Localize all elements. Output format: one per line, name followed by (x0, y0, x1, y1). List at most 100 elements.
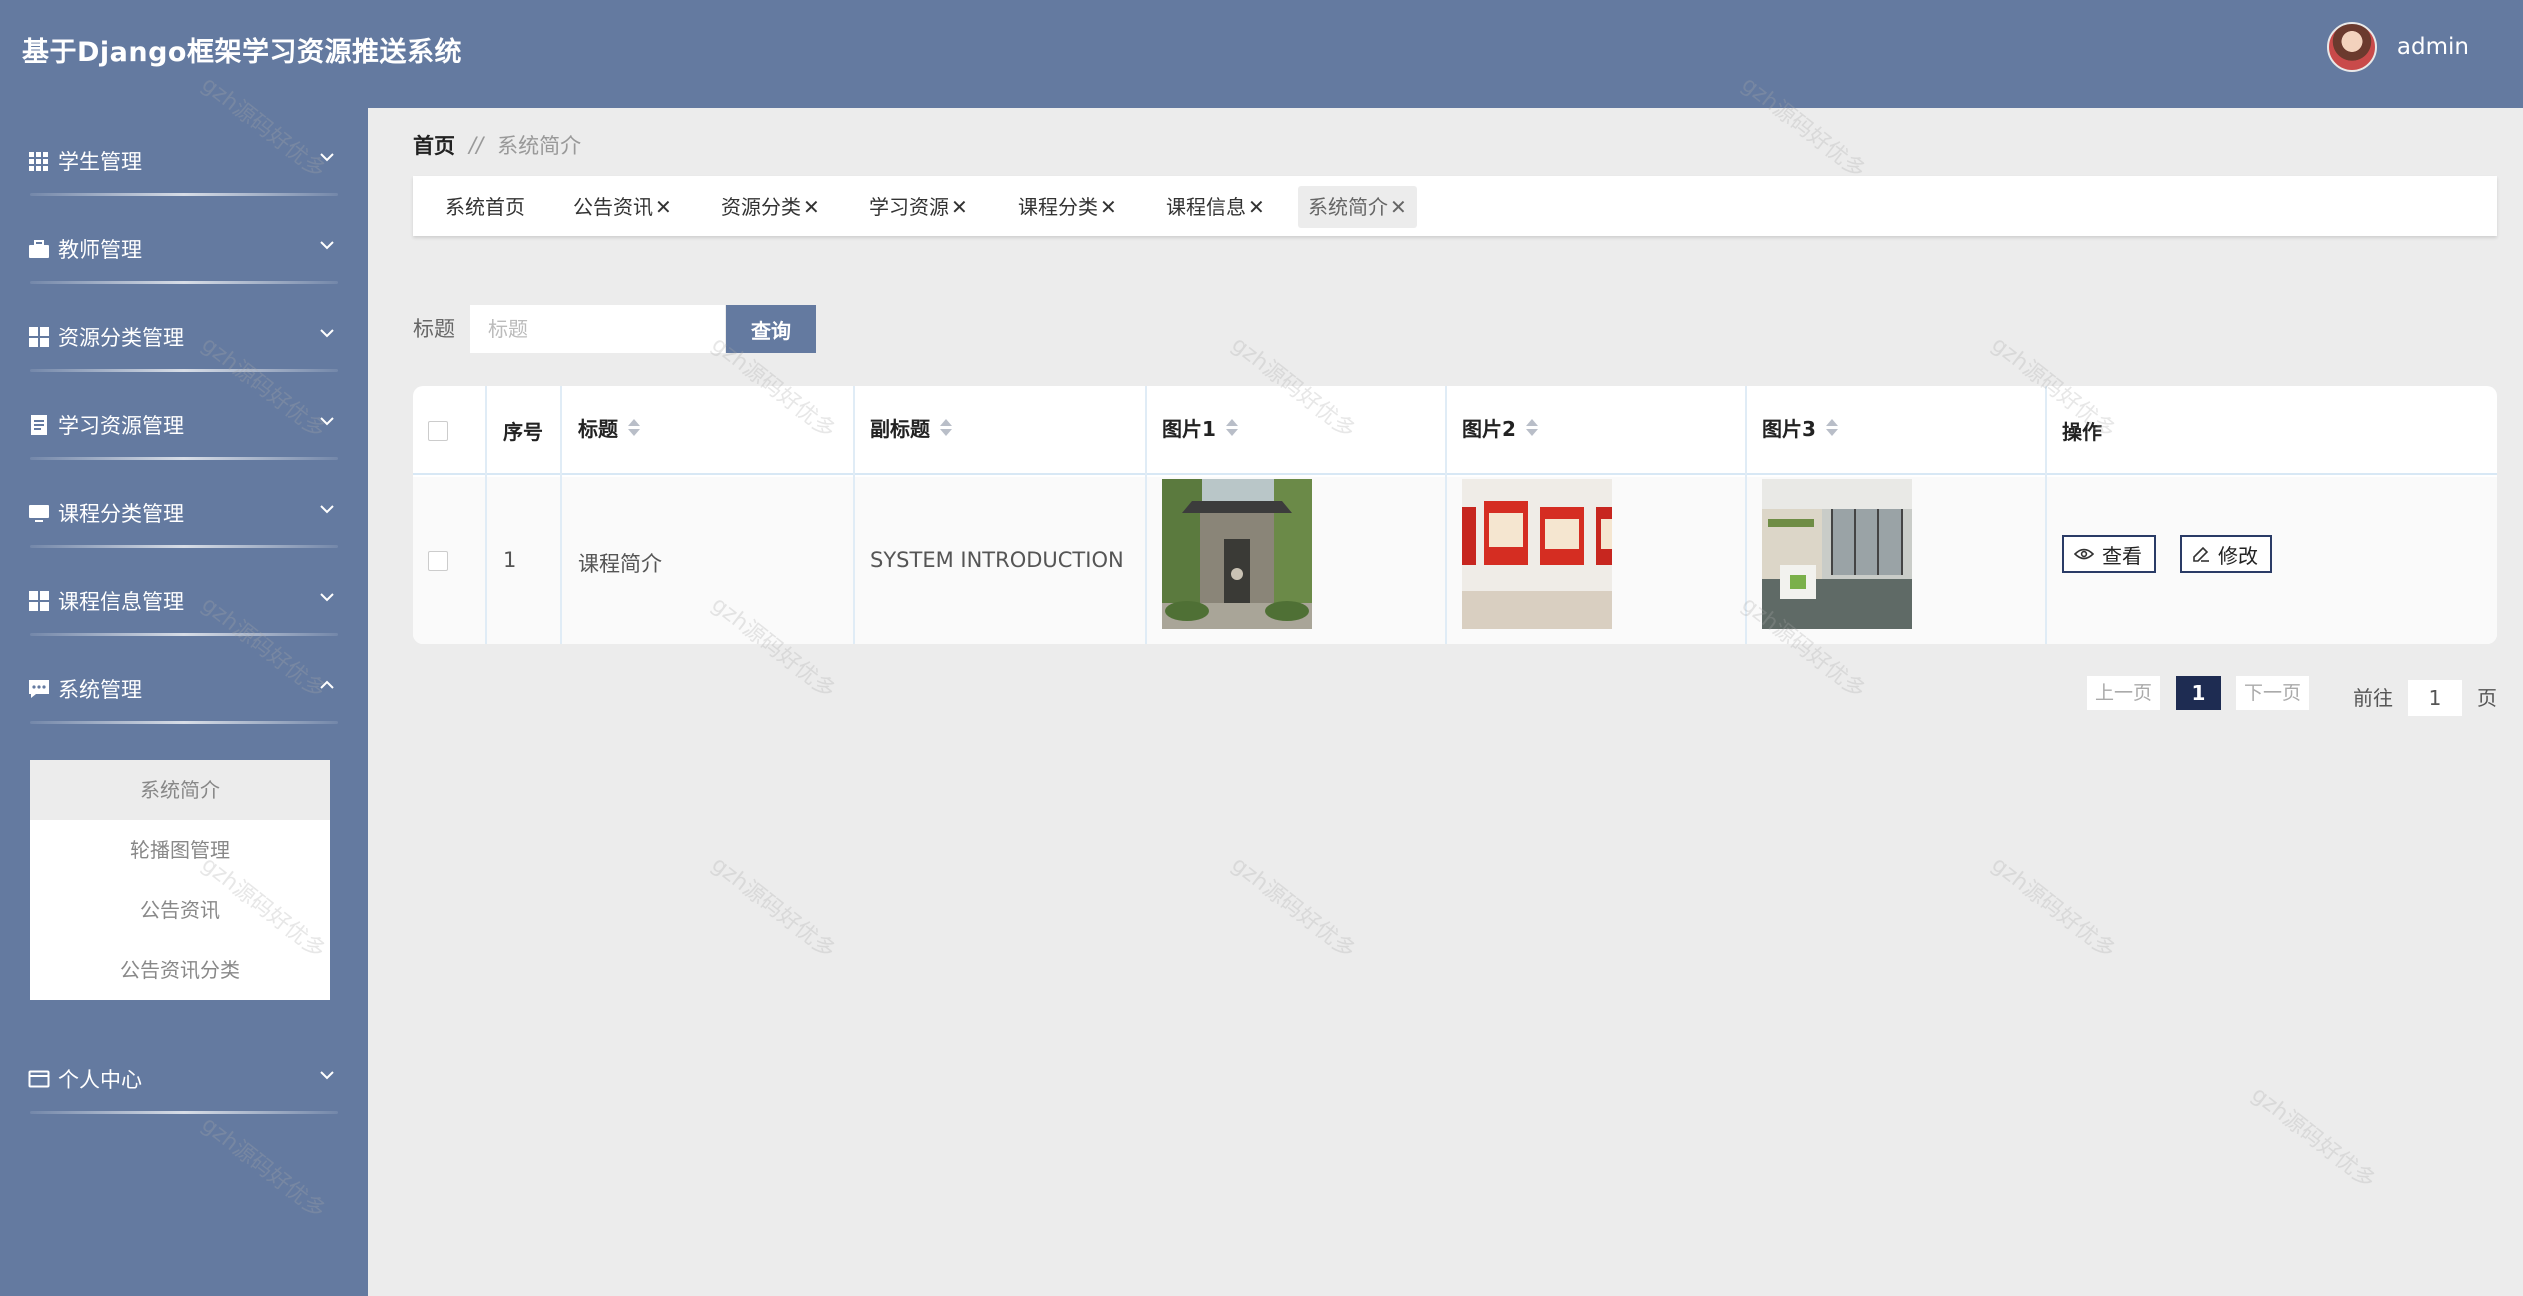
column-header-subtitle[interactable]: 副标题 (870, 413, 952, 442)
next-page-button[interactable]: 下一页 (2236, 676, 2310, 710)
column-divider (1445, 386, 1447, 644)
column-header-label: 序号 (503, 420, 543, 444)
menu-divider (30, 721, 338, 724)
column-header-title[interactable]: 标题 (578, 413, 640, 442)
column-header-image3[interactable]: 图片3 (1762, 413, 1838, 442)
cell-index: 1 (503, 548, 517, 572)
image1-thumbnail[interactable] (1162, 479, 1312, 629)
sort-icon[interactable] (1825, 418, 1838, 438)
chat-icon (29, 680, 49, 698)
breadcrumb-separator: // (469, 133, 484, 157)
close-icon[interactable]: ✕ (951, 195, 968, 219)
image3-thumbnail[interactable] (1762, 479, 1912, 629)
search-label: 标题 (413, 317, 455, 341)
row-checkbox[interactable] (428, 551, 448, 571)
user-name[interactable]: admin (2397, 34, 2469, 60)
select-all-checkbox[interactable] (428, 421, 448, 441)
sort-icon[interactable] (940, 418, 952, 438)
chevron-down-icon (320, 329, 334, 338)
sort-icon[interactable] (628, 418, 640, 438)
sort-icon[interactable] (1525, 418, 1538, 438)
cell-subtitle: SYSTEM INTRODUCTION (870, 548, 1124, 572)
search-input[interactable] (470, 305, 725, 353)
sidebar-item-label: 系统管理 (58, 678, 142, 702)
tab-resource-category[interactable]: 资源分类 ✕ (711, 186, 830, 228)
edit-icon (2193, 546, 2209, 562)
tab-label: 资源分类 (721, 195, 801, 219)
sidebar-item-profile[interactable]: 个人中心 (0, 1026, 368, 1114)
watermark: gzh源码好优多 (706, 852, 840, 964)
sort-icon[interactable] (1225, 418, 1238, 438)
close-icon[interactable]: ✕ (1390, 195, 1407, 219)
close-icon[interactable]: ✕ (655, 195, 672, 219)
chevron-up-icon (320, 680, 334, 689)
cell-title: 课程简介 (578, 552, 662, 576)
tab-home[interactable]: 系统首页 (435, 186, 535, 228)
edit-button-label: 修改 (2218, 543, 2258, 568)
sidebar-item-students[interactable]: 学生管理 (0, 108, 368, 196)
submenu-item-system-intro[interactable]: 系统简介 (30, 760, 330, 820)
submenu-item-news-category[interactable]: 公告资讯分类 (30, 940, 330, 1000)
watermark: gzh源码好优多 (1986, 852, 2120, 964)
user-menu[interactable]: admin (2326, 22, 2469, 72)
sidebar-item-label: 学习资源管理 (58, 414, 184, 438)
app-title: 基于Django框架学习资源推送系统 (22, 37, 462, 68)
column-header-index: 序号 (503, 416, 543, 445)
column-divider (1745, 386, 1747, 644)
breadcrumb-home[interactable]: 首页 (413, 130, 455, 160)
column-header-label: 图片3 (1762, 417, 1816, 441)
close-icon[interactable]: ✕ (1248, 195, 1265, 219)
prev-page-button[interactable]: 上一页 (2087, 676, 2161, 710)
system-submenu: 系统简介 轮播图管理 公告资讯 公告资讯分类 (30, 760, 330, 1000)
chevron-down-icon (320, 1071, 334, 1080)
goto-label: 前往 (2353, 686, 2393, 710)
data-table (413, 386, 2497, 644)
edit-button[interactable]: 修改 (2180, 535, 2272, 573)
column-divider (485, 386, 487, 644)
tab-system-intro[interactable]: 系统简介 ✕ (1298, 186, 1417, 228)
column-divider (560, 386, 562, 644)
column-header-image1[interactable]: 图片1 (1162, 413, 1238, 442)
sidebar-item-label: 课程信息管理 (58, 590, 184, 614)
goto-page-input[interactable] (2408, 680, 2462, 716)
breadcrumb-current: 系统简介 (497, 134, 582, 158)
view-button[interactable]: 查看 (2062, 535, 2156, 573)
tab-label: 学习资源 (869, 195, 949, 219)
tab-course-info[interactable]: 课程信息 ✕ (1156, 186, 1275, 228)
submenu-item-carousel[interactable]: 轮播图管理 (30, 820, 330, 880)
monitor-icon (29, 505, 49, 522)
sidebar-item-learning-resources[interactable]: 学习资源管理 (0, 372, 368, 460)
close-icon[interactable]: ✕ (1100, 195, 1117, 219)
close-icon[interactable]: ✕ (803, 195, 820, 219)
sidebar-item-course-info[interactable]: 课程信息管理 (0, 548, 368, 636)
breadcrumb: 首页 // 系统简介 (413, 130, 581, 160)
column-header-label: 副标题 (870, 417, 930, 441)
dashboard-icon (29, 327, 49, 347)
avatar[interactable] (2326, 22, 2377, 72)
sidebar-item-teachers[interactable]: 教师管理 (0, 196, 368, 284)
tab-news[interactable]: 公告资讯 ✕ (563, 186, 682, 228)
column-header-label: 图片1 (1162, 417, 1216, 441)
submenu-item-news[interactable]: 公告资讯 (30, 880, 330, 940)
grid-icon (29, 152, 48, 171)
sidebar-item-system[interactable]: 系统管理 (0, 636, 368, 724)
sidebar-item-resource-category[interactable]: 资源分类管理 (0, 284, 368, 372)
chevron-down-icon (320, 505, 334, 514)
sidebar-item-course-category[interactable]: 课程分类管理 (0, 460, 368, 548)
image2-thumbnail[interactable] (1462, 479, 1612, 629)
search-button[interactable]: 查询 (726, 305, 816, 353)
column-header-label: 标题 (578, 417, 618, 441)
page-number-current[interactable]: 1 (2176, 676, 2221, 710)
menu-divider (30, 1111, 338, 1114)
eye-icon (2074, 548, 2094, 560)
tab-course-category[interactable]: 课程分类 ✕ (1008, 186, 1127, 228)
chevron-down-icon (320, 417, 334, 426)
tabs-bar: 系统首页 公告资讯 ✕ 资源分类 ✕ 学习资源 ✕ 课程分类 ✕ 课程信息 ✕ 系统简介 ✕ (413, 176, 2497, 236)
watermark: gzh源码好优多 (2246, 1082, 2380, 1194)
tab-learning-resources[interactable]: 学习资源 ✕ (859, 186, 978, 228)
column-header-image2[interactable]: 图片2 (1462, 413, 1538, 442)
chevron-down-icon (320, 241, 334, 250)
goto-suffix: 页 (2477, 686, 2497, 710)
sidebar-item-label: 课程分类管理 (58, 502, 184, 526)
card-icon (28, 1070, 50, 1088)
